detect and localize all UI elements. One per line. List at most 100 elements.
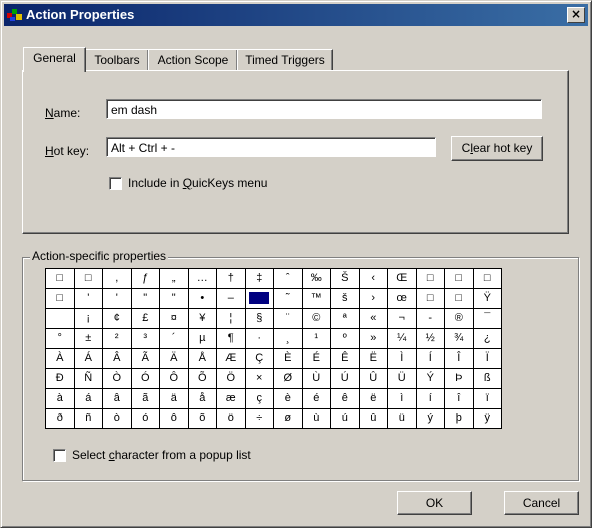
character-cell[interactable]: ¤ [159, 308, 189, 329]
character-cell[interactable]: þ [444, 408, 474, 429]
character-cell[interactable]: Ð [45, 368, 75, 389]
hotkey-field[interactable]: Alt + Ctrl + - [106, 137, 436, 157]
character-cell[interactable]: é [301, 388, 331, 409]
character-cell[interactable]: ä [159, 388, 189, 409]
character-cell[interactable]: ‰ [301, 268, 331, 289]
character-cell[interactable]: å [187, 388, 217, 409]
popup-list-checkbox[interactable] [53, 449, 66, 462]
character-cell[interactable]: □ [73, 268, 103, 289]
character-cell[interactable]: ¯ [472, 308, 502, 329]
character-cell[interactable]: × [244, 368, 274, 389]
character-cell[interactable]: º [330, 328, 360, 349]
character-cell[interactable]: † [216, 268, 246, 289]
character-cell[interactable]: « [358, 308, 388, 329]
character-cell[interactable]: ¹ [301, 328, 331, 349]
character-cell[interactable]: ¸ [273, 328, 303, 349]
ok-button[interactable]: OK [397, 491, 472, 515]
character-cell[interactable]: Ö [216, 368, 246, 389]
character-cell[interactable]: ñ [73, 408, 103, 429]
character-cell[interactable]: ö [216, 408, 246, 429]
character-cell[interactable]: Î [444, 348, 474, 369]
character-cell[interactable]: □ [472, 268, 502, 289]
character-cell[interactable]: Ù [301, 368, 331, 389]
character-cell[interactable] [244, 288, 274, 309]
character-cell[interactable]: ˜ [273, 288, 303, 309]
tab-timed-triggers[interactable]: Timed Triggers [237, 49, 333, 70]
character-cell[interactable]: î [444, 388, 474, 409]
character-cell[interactable]: ¡ [73, 308, 103, 329]
character-cell[interactable]: ó [130, 408, 160, 429]
character-cell[interactable]: à [45, 388, 75, 409]
character-cell[interactable]: " [159, 288, 189, 309]
character-cell[interactable]: – [216, 288, 246, 309]
character-cell[interactable]: ¬ [387, 308, 417, 329]
cancel-button[interactable]: Cancel [504, 491, 579, 515]
character-cell[interactable]: ¢ [102, 308, 132, 329]
character-cell[interactable]: • [187, 288, 217, 309]
character-cell[interactable]: ¿ [472, 328, 502, 349]
character-cell[interactable]: Ê [330, 348, 360, 369]
character-cell[interactable]: ò [102, 408, 132, 429]
character-cell[interactable]: µ [187, 328, 217, 349]
character-cell[interactable]: ã [130, 388, 160, 409]
character-cell[interactable]: Æ [216, 348, 246, 369]
character-cell[interactable] [45, 308, 75, 329]
character-cell[interactable]: ÷ [244, 408, 274, 429]
character-cell[interactable]: è [273, 388, 303, 409]
character-cell[interactable]: Š [330, 268, 360, 289]
character-cell[interactable]: ® [444, 308, 474, 329]
character-cell[interactable]: Ÿ [472, 288, 502, 309]
character-cell[interactable]: È [273, 348, 303, 369]
character-cell[interactable]: ê [330, 388, 360, 409]
character-cell[interactable]: , [102, 268, 132, 289]
character-cell[interactable]: À [45, 348, 75, 369]
character-cell[interactable]: © [301, 308, 331, 329]
tab-action-scope[interactable]: Action Scope [148, 49, 238, 70]
character-cell[interactable]: ¼ [387, 328, 417, 349]
character-cell[interactable]: Í [415, 348, 445, 369]
character-cell[interactable]: ù [301, 408, 331, 429]
character-cell[interactable]: ± [73, 328, 103, 349]
character-cell[interactable]: Œ [387, 268, 417, 289]
character-cell[interactable]: ø [273, 408, 303, 429]
character-cell[interactable]: ¾ [444, 328, 474, 349]
character-cell[interactable]: Ô [159, 368, 189, 389]
character-cell[interactable]: ‡ [244, 268, 274, 289]
tab-general[interactable]: General [23, 47, 86, 72]
character-cell[interactable]: □ [415, 288, 445, 309]
character-cell[interactable]: » [358, 328, 388, 349]
character-cell[interactable]: □ [444, 268, 474, 289]
character-cell[interactable]: ü [387, 408, 417, 429]
character-cell[interactable]: ï [472, 388, 502, 409]
character-cell[interactable]: £ [130, 308, 160, 329]
character-cell[interactable]: Ò [102, 368, 132, 389]
character-cell[interactable]: Ó [130, 368, 160, 389]
character-cell[interactable]: ¦ [216, 308, 246, 329]
character-cell[interactable]: □ [415, 268, 445, 289]
character-cell[interactable]: · [244, 328, 274, 349]
character-cell[interactable]: Ì [387, 348, 417, 369]
character-cell[interactable]: š [330, 288, 360, 309]
character-cell[interactable]: Ë [358, 348, 388, 369]
character-cell[interactable]: Ñ [73, 368, 103, 389]
character-cell[interactable]: Á [73, 348, 103, 369]
character-cell[interactable]: ³ [130, 328, 160, 349]
character-cell[interactable]: Ü [387, 368, 417, 389]
character-cell[interactable]: Þ [444, 368, 474, 389]
character-cell[interactable]: æ [216, 388, 246, 409]
character-cell[interactable]: â [102, 388, 132, 409]
character-cell[interactable]: á [73, 388, 103, 409]
character-cell[interactable]: Ä [159, 348, 189, 369]
character-cell[interactable]: Ç [244, 348, 274, 369]
character-cell[interactable]: „ [159, 268, 189, 289]
character-cell[interactable]: ú [330, 408, 360, 429]
character-cell[interactable]: í [415, 388, 445, 409]
character-cell[interactable]: ë [358, 388, 388, 409]
character-cell[interactable]: ð [45, 408, 75, 429]
character-cell[interactable]: ô [159, 408, 189, 429]
character-cell[interactable]: ° [45, 328, 75, 349]
title-bar[interactable]: Action Properties × [4, 4, 588, 26]
character-cell[interactable]: ¥ [187, 308, 217, 329]
character-cell[interactable]: › [358, 288, 388, 309]
character-cell[interactable]: ì [387, 388, 417, 409]
